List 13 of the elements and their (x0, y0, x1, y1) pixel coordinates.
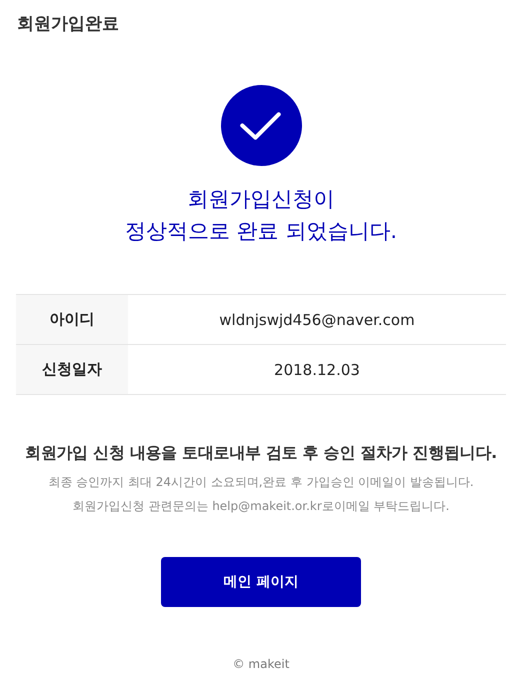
notice-heading: 회원가입 신청 내용을 토대로내부 검토 후 승인 절차가 진행됩니다. (25, 443, 497, 464)
row-label: 아이디 (16, 294, 128, 344)
success-message: 정상적으로 완료 되었습니다. (124, 218, 398, 245)
row-label: 신청일자 (16, 344, 128, 394)
main-page-button[interactable]: 메인 페이지 (161, 557, 361, 607)
row-value: wldnjswjd456@naver.com (128, 294, 506, 344)
success-message: 회원가입신청이 (188, 186, 334, 213)
checkmark-icon (220, 85, 302, 166)
notice-text: 회원가입신청 관련문의는 help@makeit.or.kr로이메일 부탁드립니다. (72, 498, 450, 515)
copyright-text: © makeit (232, 657, 290, 671)
notice-text: 최종 승인까지 최대 24시간이 소요되며,완료 후 가입승인 이메일이 발송됩니다. (48, 474, 474, 491)
page-title: 회원가입완료 (16, 13, 120, 34)
row-value: 2018.12.03 (128, 344, 506, 394)
